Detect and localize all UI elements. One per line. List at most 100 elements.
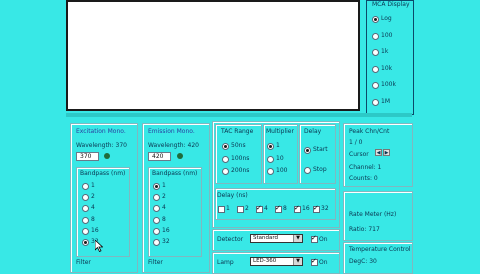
multiplier-option-label: 100 <box>276 167 288 174</box>
excitation-bandpass-option-radio[interactable] <box>82 227 89 235</box>
emission-filter-label: Filter <box>148 259 163 266</box>
mca-option-label: 100k <box>381 81 396 88</box>
excitation-bandpass-option-radio[interactable] <box>82 239 89 246</box>
cursor-right-button[interactable]: ▶ <box>383 149 390 156</box>
rate-meter-ratio: Ratio: 717 <box>349 226 380 233</box>
tac-range-title: TAC Range <box>221 128 254 135</box>
excitation-wavelength-input[interactable]: 370 <box>76 152 99 161</box>
delay-ns-label: 32 <box>321 205 329 212</box>
tac-range-option-label: 200ns <box>231 167 250 174</box>
mouse-pointer-icon <box>95 240 103 252</box>
excitation-bandpass-option-radio[interactable] <box>82 183 89 190</box>
mca-option-label: 1M <box>381 97 390 105</box>
emission-status-indicator <box>177 153 183 159</box>
mca-option-label: 1k <box>381 48 389 55</box>
delay-mode-title: Delay <box>304 128 322 135</box>
rate-meter-title: Rate Meter (Hz) <box>349 211 397 218</box>
delay-ns-label: 8 <box>283 205 287 212</box>
mca-option-label: 100 <box>381 31 393 39</box>
delay-ns-checkbox[interactable] <box>275 204 282 213</box>
excitation-wavelength-label: Wavelength: 370 <box>76 142 127 149</box>
delay-ns-label: 16 <box>302 205 310 212</box>
mca-option-label: Log <box>381 15 392 22</box>
excitation-bandpass-option-label: 1 <box>91 182 95 189</box>
mca-option-radio[interactable] <box>372 49 379 56</box>
multiplier-option-radio[interactable] <box>267 143 274 150</box>
emission-bandpass-option-radio[interactable] <box>153 227 160 235</box>
peak-value: 1 / 0 <box>349 139 363 146</box>
emission-bandpass-option-label: 2 <box>162 193 166 201</box>
excitation-filter-label: Filter <box>76 259 91 266</box>
detector-on-label: On <box>319 236 328 243</box>
delay-ns-checkbox[interactable] <box>237 206 244 213</box>
lamp-label: Lamp <box>217 259 234 266</box>
multiplier-option-label: 10 <box>276 154 284 162</box>
lamp-select[interactable]: LED-360 ▼ <box>250 257 303 266</box>
tac-range-option-label: 100ns <box>231 154 250 162</box>
panel-divider <box>66 113 412 117</box>
mca-option-radio[interactable] <box>372 98 379 106</box>
mca-option-radio[interactable] <box>372 65 379 73</box>
channel-readout: Channel: 1 <box>349 164 382 171</box>
excitation-title: Excitation Mono. <box>76 128 126 135</box>
emission-bandpass-option-radio[interactable] <box>153 239 160 246</box>
mca-option-radio[interactable] <box>372 82 379 89</box>
mca-option-radio[interactable] <box>372 16 379 23</box>
lamp-select-value: LED-360 <box>253 258 277 264</box>
delay-ns-checkbox[interactable] <box>294 204 301 213</box>
counts-readout: Counts: 0 <box>349 175 378 182</box>
spectrum-plot[interactable] <box>66 0 360 111</box>
excitation-bandpass-option-label: 16 <box>91 226 99 234</box>
mca-display-title: MCA Display <box>372 1 410 8</box>
emission-bandpass-option-label: 4 <box>162 204 166 212</box>
delay-mode-option-label: Stop <box>313 166 327 173</box>
cursor-left-button[interactable]: ◀ <box>375 149 382 156</box>
delay-mode-option-label: Start <box>313 146 328 153</box>
delay-mode-option-radio[interactable] <box>304 147 311 154</box>
mca-option-label: 10k <box>381 64 393 72</box>
temperature-value: DegC: 30 <box>349 258 377 265</box>
detector-select-value: Standard <box>253 235 279 241</box>
delay-mode-option-radio[interactable] <box>304 167 311 174</box>
emission-bandpass-option-label: 32 <box>162 238 170 245</box>
detector-label: Detector <box>217 236 244 243</box>
delay-ns-checkbox[interactable] <box>256 204 263 213</box>
emission-bandpass-option-radio[interactable] <box>153 183 160 190</box>
multiplier-option-label: 1 <box>276 142 280 149</box>
excitation-bandpass-title: Bandpass (nm) <box>80 170 126 177</box>
temperature-title: Temperature Control <box>349 246 411 253</box>
mca-option-radio[interactable] <box>372 32 379 40</box>
chevron-down-icon: ▼ <box>293 258 302 265</box>
tac-range-option-radio[interactable] <box>222 168 229 175</box>
emission-wavelength-label: Wavelength: 420 <box>148 142 199 149</box>
emission-bandpass-option-label: 16 <box>162 226 170 234</box>
delay-ns-label: 2 <box>245 205 249 212</box>
excitation-bandpass-option-label: 8 <box>91 215 95 223</box>
excitation-status-indicator <box>104 153 110 159</box>
emission-bandpass-option-label: 1 <box>162 182 166 189</box>
emission-bandpass-option-label: 8 <box>162 215 166 223</box>
excitation-bandpass-option-label: 2 <box>91 193 95 201</box>
emission-wavelength-input[interactable]: 420 <box>148 152 171 161</box>
multiplier-option-radio[interactable] <box>267 168 274 175</box>
detector-select[interactable]: Standard ▼ <box>250 234 303 243</box>
delay-ns-label: 1 <box>226 205 230 212</box>
tac-range-option-radio[interactable] <box>222 155 229 163</box>
tac-range-option-label: 50ns <box>231 142 246 149</box>
lamp-on-checkbox[interactable] <box>311 257 318 266</box>
multiplier-option-radio[interactable] <box>267 155 274 163</box>
emission-bandpass-title: Bandpass (nm) <box>152 170 198 177</box>
emission-bandpass-option-radio[interactable] <box>153 216 160 224</box>
excitation-bandpass-option-label: 4 <box>91 204 95 212</box>
multiplier-title: Multiplier <box>266 128 294 135</box>
lamp-on-label: On <box>319 259 328 266</box>
emission-title: Emission Mono. <box>148 128 195 135</box>
tac-range-option-radio[interactable] <box>222 143 229 150</box>
detector-on-checkbox[interactable] <box>311 234 318 243</box>
delay-ns-checkbox[interactable] <box>313 204 320 213</box>
delay-ns-checkbox[interactable] <box>218 206 225 213</box>
excitation-bandpass-option-radio[interactable] <box>82 216 89 224</box>
cursor-label: Cursor <box>349 151 369 158</box>
chevron-down-icon: ▼ <box>293 235 302 242</box>
delay-ns-title: Delay (ns) <box>217 192 248 199</box>
